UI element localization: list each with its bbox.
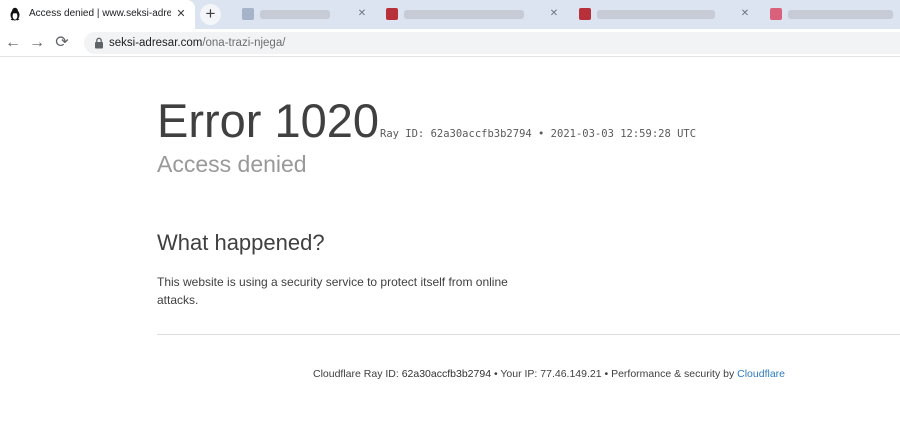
penguin-icon (10, 7, 20, 21)
error-subtitle: Access denied (157, 151, 307, 177)
forward-arrow-icon[interactable]: → (28, 34, 46, 52)
close-tab-icon[interactable]: ✕ (174, 7, 188, 21)
close-tab-icon[interactable]: ✕ (739, 7, 751, 21)
tab-title-blurred (788, 10, 893, 19)
close-tab-icon[interactable]: ✕ (548, 7, 560, 21)
new-tab-button[interactable]: + (200, 4, 221, 25)
background-tab[interactable]: ✕ (228, 0, 368, 29)
footer: Cloudflare Ray ID: 62a30accfb3b2794 • Yo… (313, 368, 785, 380)
tab-favicon-icon (579, 8, 591, 20)
tab-favicon-icon (770, 8, 782, 20)
url-host: seksi-adresar.com (109, 37, 203, 49)
tab-title-blurred (260, 10, 330, 19)
what-happened-heading: What happened? (157, 230, 325, 255)
background-tab[interactable] (756, 0, 900, 29)
address-bar[interactable]: seksi-adresar.com/ona-trazi-njega/ (84, 32, 900, 54)
footer-ip-label: • Your IP: (491, 368, 541, 380)
back-arrow-icon[interactable]: ← (4, 34, 22, 52)
browser-toolbar: ← → ⟳ seksi-adresar.com/ona-trazi-njega/ (0, 29, 900, 57)
footer-ray-id: 62a30accfb3b2794 (401, 368, 492, 380)
footer-ray-label: Cloudflare Ray ID: (313, 368, 402, 380)
tab-active[interactable]: Access denied | www.seksi-adres ✕ (0, 0, 195, 29)
tab-title: Access denied | www.seksi-adres (29, 8, 171, 19)
background-tab[interactable]: ✕ (372, 0, 562, 29)
url-text[interactable]: seksi-adresar.com/ona-trazi-njega/ (109, 37, 285, 49)
tab-favicon-icon (386, 8, 398, 20)
cloudflare-link[interactable]: Cloudflare (737, 368, 785, 380)
close-tab-icon[interactable]: ✕ (356, 7, 368, 21)
footer-ip: 77.46.149.21 (540, 368, 602, 380)
tab-title-blurred (404, 10, 524, 19)
error-code-heading: Error 1020 (157, 94, 380, 147)
divider (157, 334, 900, 335)
explanation-text: This website is using a security service… (157, 275, 508, 307)
tab-strip: Access denied | www.seksi-adres ✕ + ✕ ✕ … (0, 0, 900, 29)
url-path: /ona-trazi-njega/ (202, 37, 286, 49)
ray-id-timestamp: Ray ID: 62a30accfb3b2794 • 2021-03-03 12… (380, 128, 697, 140)
tab-favicon-icon (242, 8, 254, 20)
footer-performance-label: • Performance & security by (601, 368, 738, 380)
lock-icon[interactable] (93, 37, 105, 49)
reload-icon[interactable]: ⟳ (53, 34, 71, 52)
background-tab[interactable]: ✕ (565, 0, 753, 29)
tab-title-blurred (597, 10, 715, 19)
